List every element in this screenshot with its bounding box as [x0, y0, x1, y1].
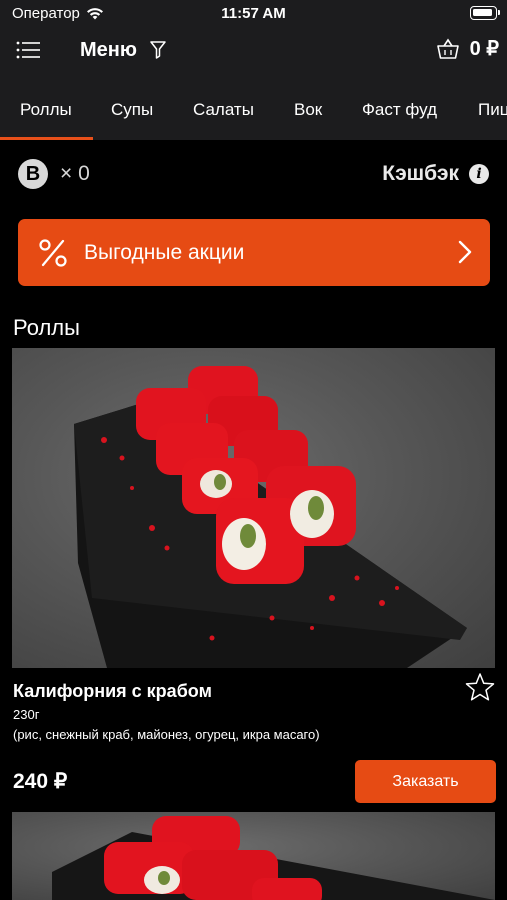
- filter-icon[interactable]: [150, 41, 166, 59]
- cart-button[interactable]: 0 ₽: [436, 36, 499, 61]
- star-outline-icon[interactable]: [464, 672, 496, 702]
- product-price: 240 ₽: [13, 770, 68, 793]
- nav-title: Меню: [80, 39, 137, 61]
- cashback-row: B × 0 Кэшбэк i: [0, 140, 507, 210]
- basket-icon: [436, 38, 459, 59]
- tab-wok[interactable]: Вок: [294, 100, 322, 120]
- info-icon[interactable]: i: [469, 164, 489, 184]
- product-image[interactable]: [12, 348, 495, 668]
- nav-bar: Меню 0 ₽: [0, 28, 507, 74]
- promo-label: Выгодные акции: [84, 240, 245, 264]
- sushi-photo-next: [52, 816, 495, 900]
- product-image-next[interactable]: [12, 812, 495, 900]
- bonus-count: × 0: [60, 162, 90, 185]
- order-button[interactable]: Заказать: [355, 760, 496, 803]
- product-ingredients: (рис, снежный краб, майонез, огурец, икр…: [13, 727, 320, 742]
- status-time: 11:57 AM: [221, 5, 286, 22]
- tab-soups[interactable]: Супы: [111, 100, 153, 120]
- tab-rolls[interactable]: Роллы: [20, 100, 72, 120]
- chevron-right-icon: [458, 240, 472, 264]
- tab-pizza[interactable]: Пицца: [478, 100, 507, 120]
- battery-icon: [470, 6, 500, 20]
- tab-salads[interactable]: Салаты: [193, 100, 254, 120]
- cashback-label: Кэшбэк: [382, 162, 459, 185]
- menu-list-icon[interactable]: [16, 40, 40, 60]
- bonus-badge-icon: B: [18, 159, 48, 189]
- product-weight: 230г: [13, 707, 40, 722]
- sushi-photo: [74, 366, 467, 668]
- tab-fast-food[interactable]: Фаст фуд: [362, 100, 437, 120]
- product-name: Калифорния с крабом: [13, 681, 212, 701]
- promo-button[interactable]: Выгодные акции: [18, 219, 490, 286]
- status-bar: Оператор 11:57 AM: [0, 0, 507, 28]
- percent-icon: [39, 238, 67, 267]
- section-title: Роллы: [13, 315, 80, 340]
- category-tabs: Роллы Супы Салаты Вок Фаст фуд Пицца: [0, 74, 507, 140]
- cart-total: 0 ₽: [469, 38, 499, 60]
